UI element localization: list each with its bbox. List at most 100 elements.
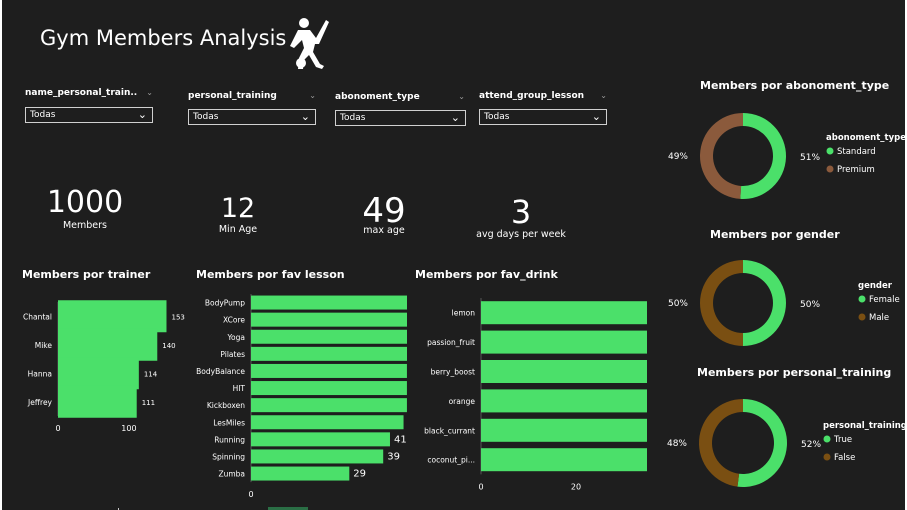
data-label: 153 [171,313,184,321]
category-label: Spinning [212,452,245,461]
category-label: lemon [452,309,476,318]
chevron-down-icon: ⌄ [137,108,147,121]
bar-Yoga [251,329,407,344]
bar-XCore [251,312,407,327]
bar-lemon [481,301,647,325]
kpi-label: Min Age [218,224,258,235]
tick-label: 100 [121,424,136,433]
chevron-down-icon: ⌄ [450,111,460,124]
slicer-label: abonoment_type [335,92,420,102]
chart-title: Members por fav_drink [415,268,558,281]
legend-item: Standard [837,147,876,157]
bar-BodyBalance [251,363,407,378]
athlete-silhouette-icon [290,18,329,69]
legend-marker [826,165,834,173]
kpi-label: Members [62,220,108,231]
category-label: Kickboxen [207,401,245,410]
slicer-label: attend_group_lesson [479,91,585,101]
bar-Jeffrey [58,385,137,418]
category-label: LesMiles [213,418,245,427]
donut-slice-premium [700,113,743,199]
slicer-attend-group-lesson[interactable]: attend_group_lesson ⌄ Todas ⌄ [479,91,609,125]
bar-berry_boost [481,360,647,383]
bar-black_currant [481,418,647,442]
abonoment-donut-chart: 51% 49% abonoment_type Standard Premium [668,113,905,199]
category-label: HIT [233,384,246,393]
donut-slice-female [743,260,786,346]
chevron-down-icon[interactable]: ⌄ [309,91,316,100]
category-label: Chantal [23,312,52,321]
chart-title: Members por personal_training [697,366,892,379]
kpi-value: 49 [362,191,406,231]
fav-lesson-bar-chart: BodyPump57XCore55Yoga51Pilates48BodyBala… [196,294,407,499]
data-label: 50% [668,299,688,309]
tick-label: 0 [478,482,483,491]
data-label: 50% [800,300,820,310]
bar-HIT [251,381,407,396]
data-label: 41 [394,434,407,445]
category-label: Mike [35,341,53,350]
bar-passion_fruit [481,330,647,354]
bar-Chantal [58,300,167,333]
tick-label: 20 [571,482,581,491]
kpi-value: 3 [510,193,532,231]
chevron-down-icon: ⌄ [591,110,601,123]
gender-donut-chart: 50% 50% gender Female Male [668,260,900,346]
chevron-down-icon[interactable]: ⌄ [458,92,465,101]
legend-title: abonoment_type [826,133,905,143]
chevron-down-icon: ⌄ [300,110,310,123]
slicer-trainer[interactable]: name_personal_train... ⌄ Todas ⌄ [25,88,155,123]
bar-Mike [58,328,158,361]
category-label: Hanna [28,369,52,378]
slicer-label: personal_training [188,91,277,101]
category-label: orange [449,397,476,406]
category-label: BodyBalance [196,367,245,376]
kpi-card-members: 1000 Members [35,185,135,231]
bar-Running [251,432,390,447]
chart-title: Members por abonoment_type [700,79,890,92]
legend-marker [823,453,831,461]
bar-BodyPump [251,295,407,310]
legend-marker [823,435,831,443]
slicer-dropdown[interactable]: Todas ⌄ [188,109,316,125]
category-label: Zumba [218,470,245,479]
data-label: 111 [142,399,155,407]
donut-slice-true [737,399,787,487]
chart-title: Members por gender [710,228,840,241]
kpi-card-max-age: 49 max age [344,193,424,236]
kpi-value: 1000 [46,185,124,220]
donut-slice-false [698,399,743,487]
legend-item: False [834,453,855,463]
slicer-abonoment-type[interactable]: abonoment_type ⌄ Todas ⌄ [335,92,467,126]
category-label: XCore [223,316,245,325]
legend-marker [858,313,866,321]
legend-marker [826,147,834,155]
chevron-down-icon[interactable]: ⌄ [600,91,607,100]
slicer-dropdown[interactable]: Todas ⌄ [479,109,607,125]
bar-Zumba [251,466,350,481]
category-label: black_currant [424,426,475,435]
slicer-personal-training[interactable]: personal_training ⌄ Todas ⌄ [188,91,318,125]
category-label: Pilates [220,350,245,359]
tick-label: 0 [248,490,253,499]
chart-title: Members por trainer [22,268,151,281]
legend-item: Male [869,313,889,323]
slicer-dropdown[interactable]: Todas ⌄ [25,107,153,123]
legend-item: Premium [837,165,875,175]
data-label: 140 [162,342,175,350]
chevron-down-icon[interactable]: ⌄ [146,88,153,97]
legend-title: personal_training [823,421,905,431]
report-title: Gym Members Analysis [40,26,287,50]
trainer-bar-chart: Chantal 153 Mike 140 Hanna 114 Jeffrey 111 0 100 [23,300,185,433]
category-label: Yoga [226,333,245,342]
category-label: berry_boost [431,368,475,377]
kpi-label: max age [363,225,405,236]
slicer-dropdown[interactable]: Todas ⌄ [335,110,466,126]
donut-slice-standard [740,113,786,199]
dropdown-value: Todas [484,112,510,122]
bar-Pilates [251,346,407,361]
donut-slice-male [700,260,743,346]
dropdown-value: Todas [30,110,56,120]
category-label: passion_fruit [427,338,475,347]
legend-marker [858,295,866,303]
